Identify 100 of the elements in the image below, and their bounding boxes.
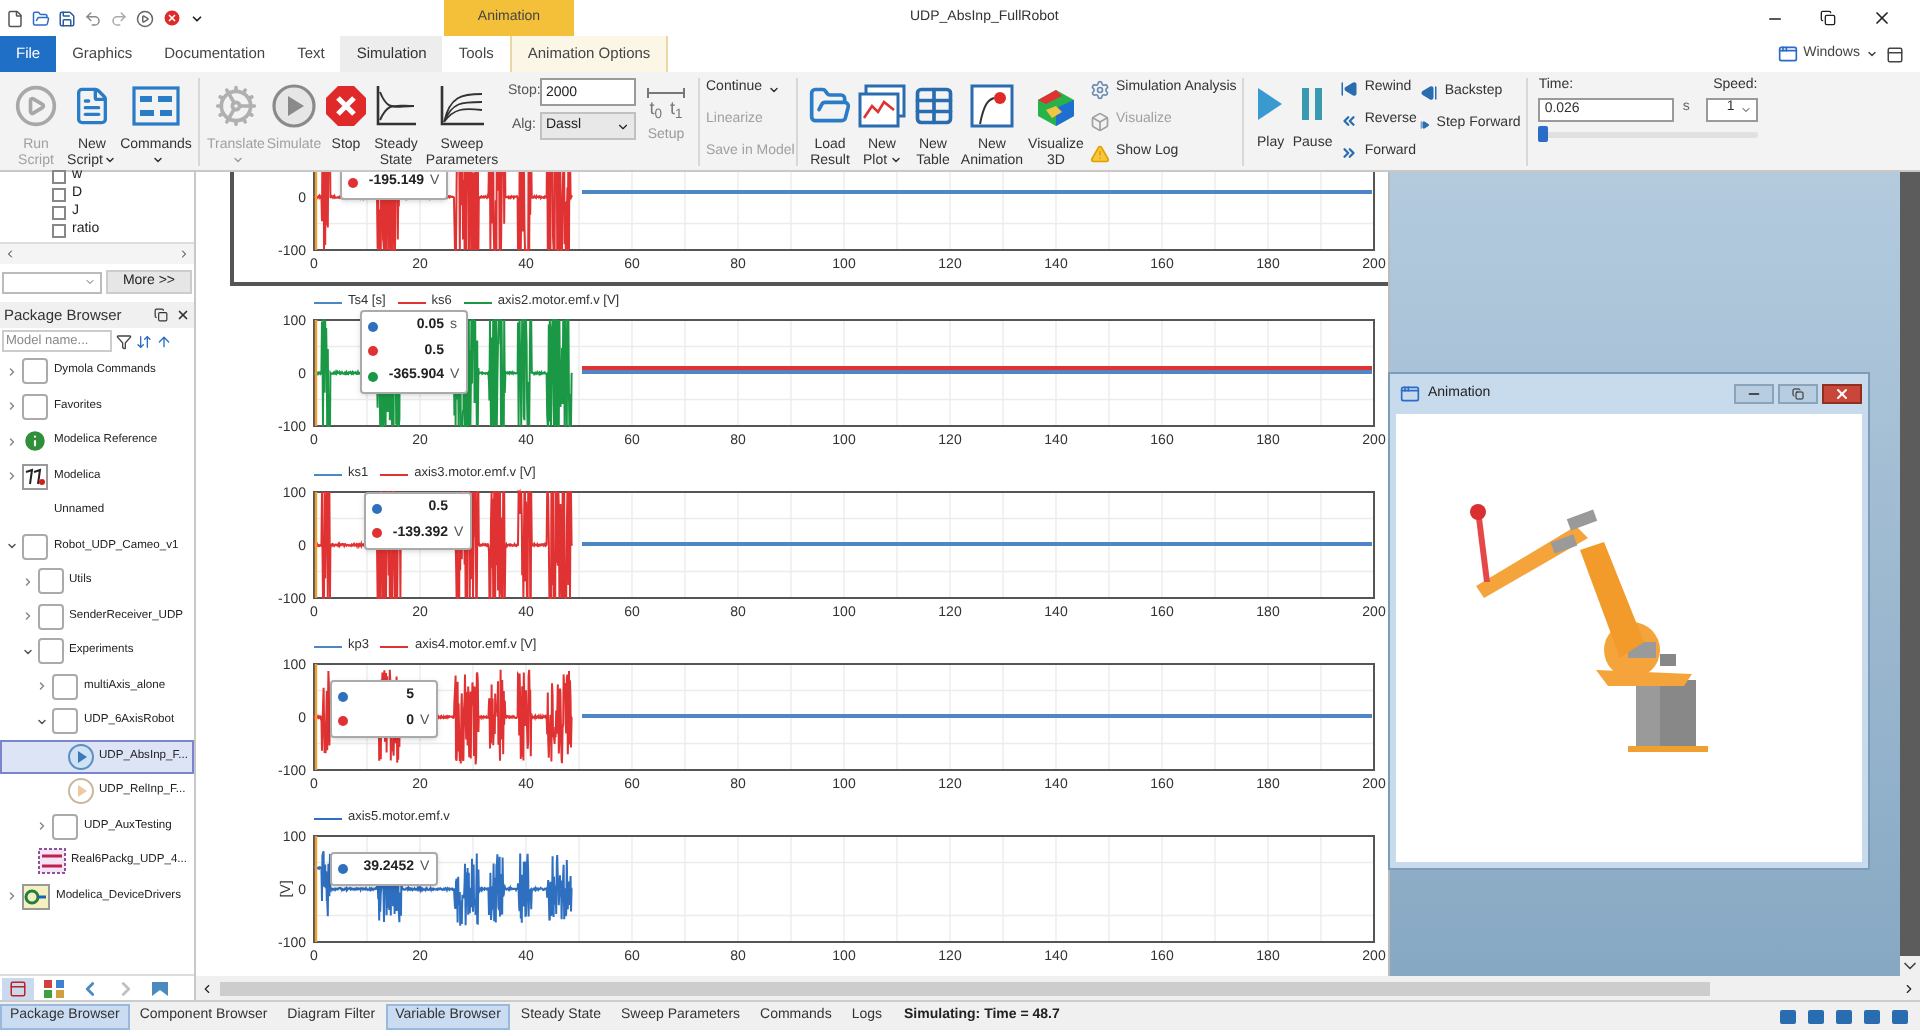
expand-caret-icon[interactable] [36, 680, 48, 693]
time-cursor [314, 664, 318, 770]
checkbox[interactable] [52, 206, 66, 220]
save-icon[interactable] [58, 9, 76, 27]
caret-icon [231, 154, 243, 167]
package-icon [22, 393, 48, 420]
time-bound-label: t$_{1}$ [670, 98, 683, 118]
folder-icon [808, 84, 852, 128]
simulate-icon[interactable] [136, 9, 154, 27]
expand-caret-icon[interactable] [6, 890, 18, 903]
run-script-icon [14, 84, 58, 128]
package-icon [37, 848, 65, 875]
expand-caret-icon[interactable] [6, 540, 18, 553]
status-bar-icon[interactable] [1864, 1009, 1880, 1023]
close-icon [1834, 386, 1850, 402]
close-icon[interactable] [176, 308, 190, 322]
filter-icon[interactable] [116, 333, 132, 349]
driver-icon [22, 883, 50, 910]
commands-icon [132, 86, 180, 126]
status-bar-icon[interactable] [1808, 1009, 1824, 1023]
package-icon [37, 638, 63, 665]
steady-state-icon [374, 84, 418, 128]
undo-icon[interactable] [84, 9, 102, 27]
pause-icon [1300, 86, 1325, 122]
caret-icon [1740, 103, 1753, 115]
scroll-right-icon[interactable] [1902, 981, 1916, 995]
script-icon [72, 84, 112, 128]
window-icon [1400, 384, 1420, 404]
time-bound-label: t$_{0}$ [649, 98, 662, 118]
sweep-icon [438, 84, 486, 128]
scroll-left-icon[interactable] [200, 981, 214, 995]
warning-icon [1090, 143, 1110, 163]
sort-icon[interactable] [136, 333, 152, 349]
step-forward-icon [1420, 116, 1431, 134]
settings-icon [1090, 79, 1110, 99]
rewind-icon [1340, 80, 1359, 98]
horizontal-scrollbar[interactable] [196, 976, 1920, 1000]
maximize-icon [1792, 388, 1804, 400]
package-icon [37, 603, 63, 630]
float-icon[interactable] [154, 308, 168, 322]
interval-icon [646, 88, 686, 98]
restore-icon[interactable] [1820, 10, 1836, 26]
expand-caret-icon[interactable] [21, 610, 33, 623]
caret-icon [1866, 48, 1878, 60]
simulate-icon [272, 84, 316, 128]
caret-icon [104, 154, 117, 167]
caret-icon [84, 276, 96, 288]
expand-caret-icon[interactable] [6, 365, 18, 378]
caret-icon [768, 83, 781, 95]
checkbox[interactable] [52, 170, 66, 184]
expand-caret-icon[interactable] [36, 715, 48, 728]
time-cursor [314, 320, 318, 426]
play-icon [67, 743, 93, 770]
caret-icon [616, 119, 630, 133]
close-button[interactable] [1822, 384, 1862, 404]
package-icon [22, 533, 48, 560]
package-icon [52, 813, 78, 840]
step-back-icon [1420, 84, 1439, 102]
reverse-icon [1340, 112, 1359, 130]
status-bar-icon[interactable] [1780, 1009, 1796, 1023]
collapse-icon[interactable] [156, 333, 172, 349]
windows-icon [1777, 44, 1798, 64]
checkbox[interactable] [52, 224, 66, 238]
library-view-icon[interactable] [2, 977, 34, 999]
3d-shape-icon [1034, 84, 1078, 128]
components-icon[interactable] [38, 977, 70, 999]
time-slider[interactable] [1538, 125, 1759, 145]
expand-caret-icon[interactable] [6, 435, 18, 448]
expand-caret-icon[interactable] [21, 645, 33, 658]
slider-thumb[interactable] [1538, 125, 1549, 141]
status-bar-icon[interactable] [1892, 1009, 1908, 1023]
close-icon[interactable] [1872, 8, 1892, 28]
caret-icon[interactable] [190, 11, 204, 25]
new-file-icon[interactable] [6, 9, 24, 27]
time-cursor [314, 172, 318, 250]
expand-caret-icon[interactable] [21, 575, 33, 588]
status-bar-icon[interactable] [1836, 1009, 1852, 1023]
animation-icon [970, 84, 1014, 128]
forward-icon [1340, 144, 1359, 162]
play-icon [1256, 86, 1285, 122]
package-icon [22, 358, 48, 385]
minimize-button[interactable] [1734, 384, 1774, 404]
library-icon [22, 463, 48, 490]
time-cursor [314, 836, 318, 942]
stop-icon[interactable] [162, 8, 182, 28]
open-icon[interactable] [32, 9, 50, 27]
expand-caret-icon[interactable] [6, 400, 18, 413]
expand-caret-icon[interactable] [6, 470, 18, 483]
caret-icon [889, 154, 902, 167]
ribbon-toggle-icon[interactable] [1886, 45, 1904, 63]
expand-caret-icon[interactable] [36, 820, 48, 833]
vertical-scrollbar[interactable] [1900, 172, 1920, 976]
info-icon [22, 428, 48, 455]
caret-icon [151, 154, 163, 167]
maximize-button[interactable] [1778, 384, 1818, 404]
time-cursor [314, 492, 318, 598]
gears-icon [214, 84, 258, 128]
package-icon [37, 568, 63, 595]
table-icon [911, 84, 955, 128]
checkbox[interactable] [52, 188, 66, 202]
